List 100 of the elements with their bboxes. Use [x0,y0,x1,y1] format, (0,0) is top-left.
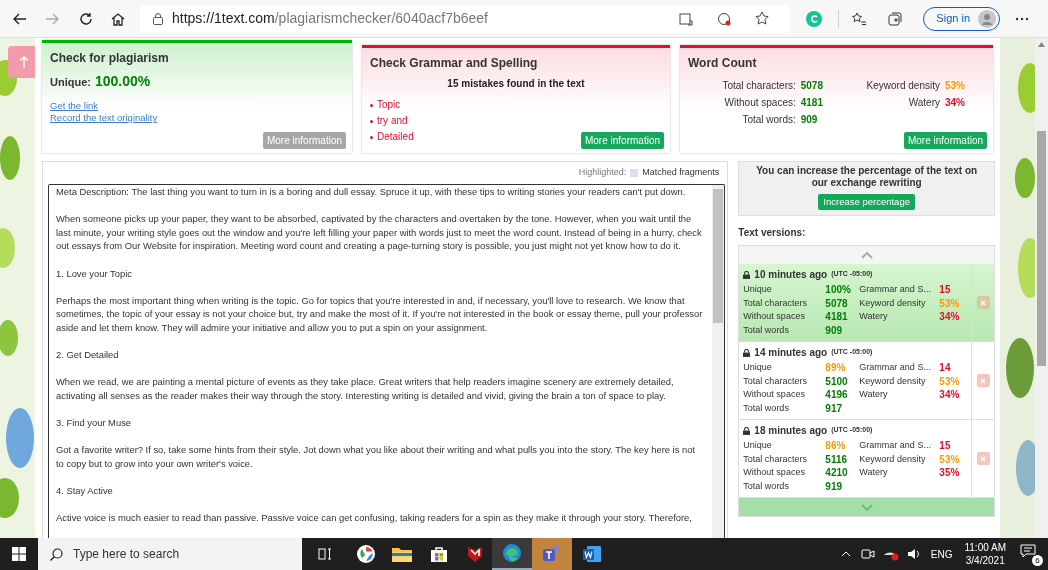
legend-swatch [630,169,639,177]
version-time: 10 minutes ago [754,268,828,282]
stat-label: Keyword density [859,296,927,310]
store-icon[interactable] [430,545,448,563]
stat-label: Watery [859,466,889,479]
stat-value: 15 [938,439,952,453]
stat-value: 4210 [825,466,849,480]
stat-label: Total characters [743,374,808,388]
favorites-icon[interactable] [851,10,868,27]
language-indicator[interactable]: ENG [930,546,953,562]
increase-percentage-button[interactable]: Increase percentage [818,194,915,210]
section-title: Text versions: [738,226,807,240]
stat-label: Unique [743,361,773,374]
stat-label: Grammar and S... [859,439,932,452]
stat-label: Total characters: [722,79,796,93]
stat-label: Watery [907,96,940,110]
stat-value: 4181 [825,310,849,324]
stat-label: Keyword density [866,79,940,93]
stat-value: 53% [938,374,961,388]
notification-count: 6 [1032,555,1043,566]
stat-value: 5116 [825,452,849,466]
lock-icon [743,348,751,357]
stat-value: 53% [938,296,961,310]
avatar-icon [978,9,996,28]
lock-icon [152,12,164,25]
page-scrollbar[interactable] [1035,38,1048,538]
stat-value: 35% [938,466,961,480]
stat-value: 917 [825,401,844,415]
link[interactable]: Record the text originality [50,112,158,124]
stat-value: 4196 [825,388,849,402]
chevron-up-icon [860,251,873,259]
paragraph: Got a favorite writer? If so, take some hints from their style. Jot down what you like about their writing and what pulls you into the story. The key here is not to copy but to grow into your own writer's voice. [56,443,697,471]
stat-label: Total words: [741,113,796,127]
folder-icon[interactable] [392,546,412,562]
meet-now-icon[interactable] [860,547,875,561]
chevron-up-icon[interactable] [840,551,851,557]
stat-label: Without spaces [743,388,806,401]
collections-icon[interactable] [887,10,904,27]
stat-label: Keyword density [859,374,927,388]
stat-value: 34% [945,96,965,110]
stat-value: 34% [938,310,961,324]
stat-label: Without spaces [743,466,806,479]
scrollbar[interactable] [712,185,725,538]
stat-value: 53% [945,79,965,93]
mistakes-summary: 15 mistakes found in the text [446,77,586,91]
card-title: Check Grammar and Spelling [370,55,539,72]
paragraph: When someone picks up your paper, they want to be absorbed, captivated by the characters and overtaken by the tone. However, when you wait until the last minute, your writing style goes out the window and you're left filling your paper with words just to meet the word count. Instead of being in a hurry, check out essays from Our Website for inspiration. Meeting word count and creating a page-turning story is possible, you just might not yet know how to do it. [56,212,703,253]
mistake-item[interactable]: Topic [377,97,401,113]
volume-icon[interactable] [906,547,921,561]
chevron-down-icon [860,503,873,511]
stat-value: 34% [938,388,961,402]
stat-label: Total characters [743,452,808,466]
paragraph: 3. Find your Muse [56,416,133,430]
task-view-icon[interactable] [318,547,332,561]
more-information-button[interactable]: More information [903,132,987,149]
stat-label: Keyword density [859,452,927,466]
bullet-icon [370,135,373,139]
teams-icon[interactable] [542,544,562,564]
stat-value: 53% [938,452,961,466]
favorite-add-icon[interactable] [755,11,771,26]
refresh-icon[interactable] [78,10,94,27]
paragraph: 4. Stay Active [56,484,114,498]
mistake-item[interactable]: Detailed [377,129,414,145]
stat-value: 919 [825,479,844,493]
stat-label: Unique [743,283,773,296]
stat-value: 909 [800,113,819,127]
mistake-item[interactable]: try and [377,113,408,129]
lock-icon [743,426,751,435]
scrollbar-thumb[interactable] [713,189,724,323]
bullet-icon [370,119,373,123]
close-icon [980,299,986,306]
stat-label: Total words [743,401,790,415]
windows-start-icon[interactable] [12,547,26,561]
stat-label: Without spaces: [723,96,796,110]
stat-value: 5078 [800,79,823,93]
legend-label: Highlighted: [578,166,627,180]
stat-label: Watery [859,310,889,323]
bullet-icon [370,103,373,107]
stat-value: 15 [938,283,952,297]
unique-label: Unique: [50,75,91,90]
scroll-up-arrow-icon[interactable] [1038,42,1045,47]
notification-icon[interactable] [1020,544,1036,558]
version-time: 18 minutes ago [754,424,828,438]
stat-label: Grammar and S... [859,283,932,296]
link[interactable]: Get the link [50,100,99,112]
paragraph: Perhaps the most important thing when writing is the topic. Go for topics that you're interested in and, if necessary, you'll love to research. We know that sometimes, the topic of your essay is not your choice but, try and make the most of it. If you're not interested in the book or essay theme, pull your professor aside and let them know. They will admire your initiative and allow you to put a spin on your assignment. [56,293,704,335]
address-bar[interactable]: https://1text.com/plagiarismchecker/6040acf7b6eef [140,4,791,33]
taskbar-search-field[interactable]: Type here to search [38,538,302,570]
legend-item: Matched fragments [642,166,720,180]
clock-time[interactable]: 11:00 AM [964,541,1006,554]
stat-label: Unique [743,439,773,452]
shield-icon[interactable] [466,545,484,563]
scrollbar-thumb[interactable] [1037,131,1046,366]
paragraph: Active voice is much easier to read than passive. Passive voice can get confusing, taking readers for a spin as they make it through your story. Therefore, [56,511,693,525]
up-arrow-icon [19,55,29,69]
more-information-button[interactable]: More information [580,132,664,149]
paragraph: 1. Love your Topic [56,266,133,281]
clock-date[interactable]: 3/4/2021 [965,554,1005,567]
word-icon[interactable] [582,544,602,564]
stat-label: Total characters [743,296,808,310]
